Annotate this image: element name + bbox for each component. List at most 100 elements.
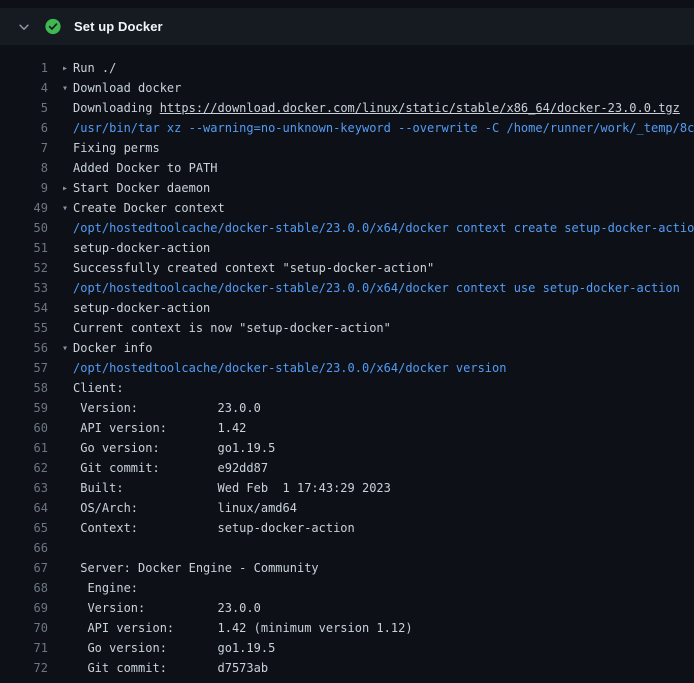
log-text: setup-docker-action — [62, 238, 210, 258]
group-title: Docker info — [73, 341, 152, 355]
group-collapsed-icon[interactable]: ▸ — [62, 179, 73, 199]
log-text: Go version: go1.19.5 — [62, 438, 275, 458]
log-text: Git commit: d7573ab — [62, 658, 268, 678]
log-command-text: /opt/hostedtoolcache/docker-stable/23.0.… — [62, 358, 506, 378]
log-line: 54 setup-docker-action — [0, 298, 694, 318]
log-text: Successfully created context "setup-dock… — [62, 258, 434, 278]
line-number[interactable]: 62 — [0, 458, 48, 478]
line-number[interactable]: 56 — [0, 338, 48, 358]
line-number[interactable]: 54 — [0, 298, 48, 318]
line-number[interactable]: 70 — [0, 618, 48, 638]
log-line[interactable]: 49 ▾Create Docker context — [0, 198, 694, 218]
log-text: Fixing perms — [62, 138, 160, 158]
log-line: 50/opt/hostedtoolcache/docker-stable/23.… — [0, 218, 694, 238]
log-line[interactable]: 9 ▸Start Docker daemon — [0, 178, 694, 198]
group-expanded-icon[interactable]: ▾ — [62, 339, 73, 359]
log-text: Current context is now "setup-docker-act… — [62, 318, 391, 338]
group-collapsed-icon[interactable]: ▸ — [62, 59, 73, 79]
line-number[interactable]: 4 — [0, 78, 48, 98]
log-text: Version: 23.0.0 — [62, 598, 261, 618]
step-header[interactable]: Set up Docker — [0, 8, 694, 45]
group-expanded-icon[interactable]: ▾ — [62, 199, 73, 219]
line-number[interactable]: 55 — [0, 318, 48, 338]
log-text — [62, 538, 73, 558]
log-line: 62 Git commit: e92dd87 — [0, 458, 694, 478]
log-line: 70 API version: 1.42 (minimum version 1.… — [0, 618, 694, 638]
log-text: Engine: — [62, 578, 138, 598]
line-number[interactable]: 68 — [0, 578, 48, 598]
log-line: 65 Context: setup-docker-action — [0, 518, 694, 538]
line-number[interactable]: 66 — [0, 538, 48, 558]
log-text: OS/Arch: linux/amd64 — [62, 498, 297, 518]
log-line: 71 Go version: go1.19.5 — [0, 638, 694, 658]
log-text: API version: 1.42 (minimum version 1.12) — [62, 618, 413, 638]
line-number[interactable]: 8 — [0, 158, 48, 178]
log-line: 59 Version: 23.0.0 — [0, 398, 694, 418]
log-line: 53/opt/hostedtoolcache/docker-stable/23.… — [0, 278, 694, 298]
log-line: 51 setup-docker-action — [0, 238, 694, 258]
group-title: Create Docker context — [73, 201, 225, 215]
log-line: 5 Downloading https://download.docker.com… — [0, 98, 694, 118]
log-command-text: /opt/hostedtoolcache/docker-stable/23.0.… — [62, 218, 694, 238]
line-number[interactable]: 6 — [0, 118, 48, 138]
log-line: 52 Successfully created context "setup-do… — [0, 258, 694, 278]
line-number[interactable]: 49 — [0, 198, 48, 218]
log-line: 55 Current context is now "setup-docker-a… — [0, 318, 694, 338]
line-number[interactable]: 67 — [0, 558, 48, 578]
log-text: Client: — [62, 378, 124, 398]
log-link[interactable]: https://download.docker.com/linux/static… — [160, 101, 680, 115]
log-line: 66 — [0, 538, 694, 558]
group-title: Download docker — [73, 81, 181, 95]
log-line: 68 Engine: — [0, 578, 694, 598]
line-number[interactable]: 51 — [0, 238, 48, 258]
log-text: Context: setup-docker-action — [62, 518, 355, 538]
line-number[interactable]: 61 — [0, 438, 48, 458]
log-line: 64 OS/Arch: linux/amd64 — [0, 498, 694, 518]
check-circle-icon — [45, 19, 61, 35]
log-line: 72 Git commit: d7573ab — [0, 658, 694, 678]
line-number[interactable]: 65 — [0, 518, 48, 538]
line-number[interactable]: 5 — [0, 98, 48, 118]
group-expanded-icon[interactable]: ▾ — [62, 79, 73, 99]
group-title: Start Docker daemon — [73, 181, 210, 195]
log-line: 7 Fixing perms — [0, 138, 694, 158]
step-title: Set up Docker — [74, 19, 163, 34]
log-command-text: /opt/hostedtoolcache/docker-stable/23.0.… — [62, 278, 680, 298]
group-title: Run ./ — [73, 61, 116, 75]
log-text: Version: 23.0.0 — [62, 398, 261, 418]
line-number[interactable]: 63 — [0, 478, 48, 498]
log-line[interactable]: 1 ▸Run ./ — [0, 58, 694, 78]
log-line: 8 Added Docker to PATH — [0, 158, 694, 178]
line-number[interactable]: 57 — [0, 358, 48, 378]
line-number[interactable]: 71 — [0, 638, 48, 658]
log-text: Built: Wed Feb 1 17:43:29 2023 — [62, 478, 391, 498]
line-number[interactable]: 64 — [0, 498, 48, 518]
log-text: Downloading — [73, 101, 160, 115]
line-number[interactable]: 59 — [0, 398, 48, 418]
line-number[interactable]: 58 — [0, 378, 48, 398]
log-text: Server: Docker Engine - Community — [62, 558, 319, 578]
log-command-text: /usr/bin/tar xz --warning=no-unknown-key… — [62, 118, 694, 138]
line-number[interactable]: 69 — [0, 598, 48, 618]
log-line: 60 API version: 1.42 — [0, 418, 694, 438]
line-number[interactable]: 60 — [0, 418, 48, 438]
line-number[interactable]: 53 — [0, 278, 48, 298]
line-number[interactable]: 1 — [0, 58, 48, 78]
log-text: Go version: go1.19.5 — [62, 638, 275, 658]
log-line: 6/usr/bin/tar xz --warning=no-unknown-ke… — [0, 118, 694, 138]
chevron-down-icon[interactable] — [16, 19, 32, 35]
line-number[interactable]: 9 — [0, 178, 48, 198]
line-number[interactable]: 72 — [0, 658, 48, 678]
log-line: 69 Version: 23.0.0 — [0, 598, 694, 618]
log-line: 57/opt/hostedtoolcache/docker-stable/23.… — [0, 358, 694, 378]
line-number[interactable]: 7 — [0, 138, 48, 158]
log-text: Added Docker to PATH — [62, 158, 218, 178]
log-line[interactable]: 4 ▾Download docker — [0, 78, 694, 98]
log-text: setup-docker-action — [62, 298, 210, 318]
log-line: 58 Client: — [0, 378, 694, 398]
line-number[interactable]: 50 — [0, 218, 48, 238]
line-number[interactable]: 52 — [0, 258, 48, 278]
log-line[interactable]: 56 ▾Docker info — [0, 338, 694, 358]
log-area: 1▸Run ./4▾Download docker5Downloading ht… — [0, 56, 694, 683]
log-line: 67 Server: Docker Engine - Community — [0, 558, 694, 578]
